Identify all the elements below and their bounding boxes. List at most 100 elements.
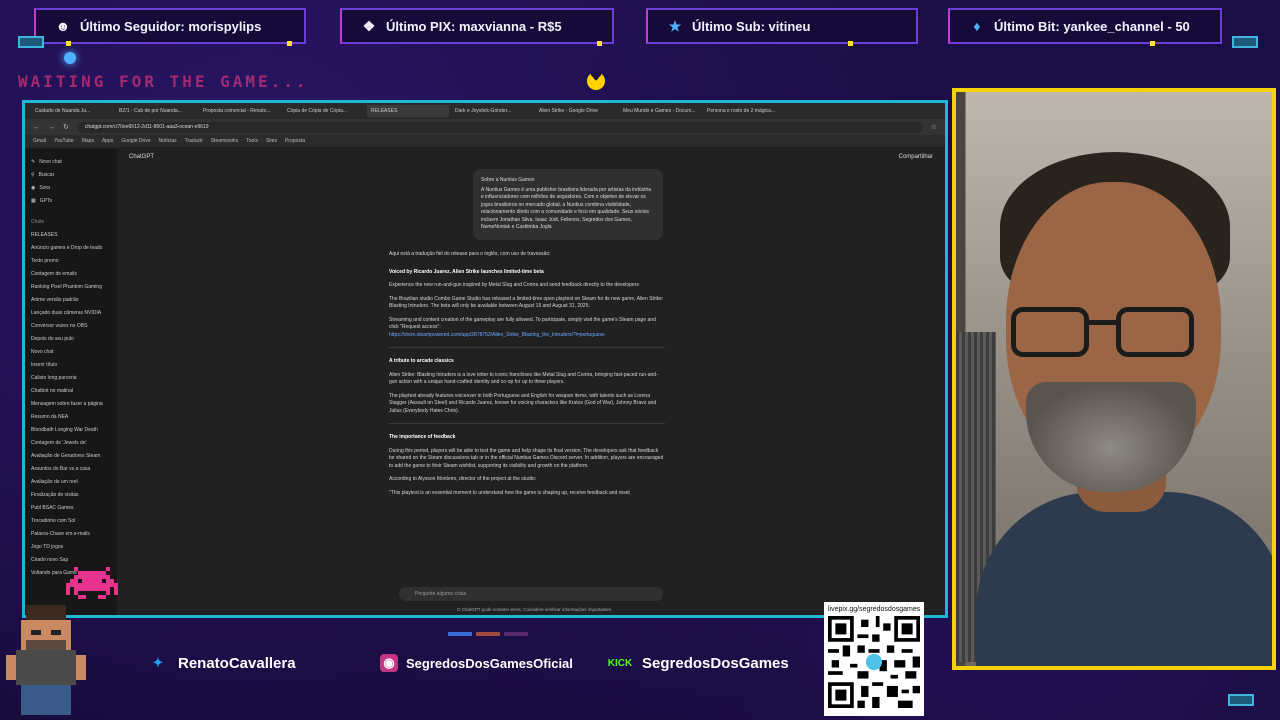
cam-shirt <box>976 492 1272 666</box>
browser-tab[interactable]: Cópia de Cópia de Cópia... <box>283 105 365 117</box>
decor-bar <box>448 632 528 636</box>
sidebar-chat-item[interactable]: Avaliação de um reel <box>31 475 111 488</box>
chat-sidebar: ✎ Novo chat ⚲ Buscar ◉ Sora ▦ GPTs Chats REL… <box>25 149 117 615</box>
bookmark[interactable]: Sites <box>266 138 277 144</box>
sidebar-chat-item[interactable]: Avaliação de Geradores Steam <box>31 449 111 462</box>
steam-link[interactable]: https://store.steampowered.com/app/28787… <box>389 332 665 340</box>
sidebar-chat-item[interactable]: Ranking Pixel Phantom Gaming <box>31 280 111 293</box>
bookmark[interactable]: Gmail <box>33 138 46 144</box>
message-input[interactable]: Pergunte alguma coisa <box>399 587 663 601</box>
social-kick: KICK SegredosDosGames <box>606 650 789 676</box>
sidebar-chat-item[interactable]: Criado novo Sap <box>31 553 111 566</box>
bookmark[interactable]: Traduzir <box>185 138 203 144</box>
sidebar-chat-item[interactable]: Anúncio games e Drop de leads <box>31 241 111 254</box>
browser-tab[interactable]: Dark e Joystick-Grinder... <box>451 105 533 117</box>
bookmark[interactable]: Notícias <box>159 138 177 144</box>
sidebar-chat-item[interactable]: Jogo TD jogos <box>31 540 111 553</box>
chat-main: ChatGPT Compartilhar Sobre a Nuntius Gam… <box>117 149 945 615</box>
model-selector[interactable]: ChatGPT <box>129 154 154 160</box>
browser-tab[interactable]: Proposta comercial - Renato... <box>199 105 281 117</box>
sora-icon: ◉ <box>31 184 36 191</box>
social-instagram: ◉ SegredosDosGamesOficial <box>380 650 573 676</box>
diamond-icon: ♦ <box>973 18 981 34</box>
bookmark[interactable]: YouTube <box>54 138 74 144</box>
sidebar-chat-item[interactable]: Lançado duas câmeras NVIDIA <box>31 306 111 319</box>
bookmark[interactable]: Tools <box>246 138 258 144</box>
forward-icon[interactable]: → <box>48 124 55 131</box>
browser-tabbar: Cuidado de Nuanda Ju... BZ/1 - Cub de po… <box>25 103 945 119</box>
sidebar-chat-item[interactable]: Calisto long parceria <box>31 371 111 384</box>
social-kick-label: SegredosDosGames <box>642 654 789 672</box>
sidebar-chat-item[interactable]: Anime versão padrão <box>31 293 111 306</box>
alert-last-bit-text: Último Bit: yankee_channel - 50 <box>994 18 1190 34</box>
browser-tab[interactable]: Alien Strike - Google Drive <box>535 105 617 117</box>
bookmark[interactable]: Proposta <box>285 138 305 144</box>
sidebar-item-label: GPTs <box>39 197 52 204</box>
sidebar-chat-item[interactable]: Bloodbath Longing War Death <box>31 423 111 436</box>
address-bar[interactable]: chatgpt.com/c/70ee6512-2d11-8001-aaa3-oc… <box>76 121 923 133</box>
sidebar-chat-item[interactable]: Resumo da NEA <box>31 410 111 423</box>
waiting-banner: WAITING FOR THE GAME... <box>18 72 309 91</box>
response-intro: Aqui está a tradução fiel do release par… <box>389 251 551 257</box>
browser-tab[interactable]: Cuidado de Nuanda Ju... <box>31 105 113 117</box>
browser-tab-active[interactable]: RELEASES <box>367 105 449 117</box>
pix-icon: ❖ <box>362 17 376 34</box>
back-icon[interactable]: ← <box>33 124 40 131</box>
response-subhead: Experience the new run-and-gun inspired … <box>389 282 639 288</box>
decor-corner-left <box>18 36 44 48</box>
sidebar-chat-item[interactable]: Texto promo <box>31 254 111 267</box>
bookmark[interactable]: Google Drive <box>121 138 150 144</box>
sidebar-chat-item[interactable]: Publ BSAC Games <box>31 501 111 514</box>
chatgpt-app: ✎ Novo chat ⚲ Buscar ◉ Sora ▦ GPTs Chats REL… <box>25 149 945 615</box>
instagram-icon: ◉ <box>380 654 398 672</box>
sidebar-sora[interactable]: ◉ Sora <box>31 181 111 194</box>
reload-icon[interactable]: ↻ <box>63 123 69 131</box>
sidebar-search[interactable]: ⚲ Buscar <box>31 168 111 181</box>
response-heading: A tribute to arcade classics <box>389 358 454 364</box>
sidebar-item-label: Buscar <box>38 171 55 178</box>
edit-icon: ✎ <box>31 158 36 165</box>
alert-last-pix: ❖ Último PIX: maxvianna - R$5 <box>340 8 614 46</box>
alert-last-bit: ♦ Último Bit: yankee_channel - 50 <box>948 8 1222 46</box>
sidebar-chat-item[interactable]: Novo chat <box>31 345 111 358</box>
decor-corner-right <box>1232 36 1258 48</box>
divider <box>389 347 665 348</box>
sidebar-chat-item[interactable]: Contagem de emails <box>31 267 111 280</box>
divider <box>389 423 665 424</box>
bookmark[interactable]: Apps <box>102 138 113 144</box>
sidebar-chat-item[interactable]: Contagem de 'Jewels de' <box>31 436 111 449</box>
bookmark[interactable]: Maps <box>82 138 94 144</box>
bookmark[interactable]: Steamworks <box>211 138 239 144</box>
decor-corner-bottom <box>1228 694 1254 706</box>
qr-caption: livepix.gg/segredosdosgames <box>828 606 921 613</box>
sidebar-chat-item[interactable]: Finalização de visitas <box>31 488 111 501</box>
share-button[interactable]: Compartilhar <box>899 154 933 160</box>
sidebar-chat-item[interactable]: Assuntos do Bar vs a casa <box>31 462 111 475</box>
cam-glasses-right <box>1116 307 1194 357</box>
sidebar-chat-item[interactable]: RELEASES <box>31 228 111 241</box>
browser-urlbar: ← → ↻ chatgpt.com/c/70ee6512-2d11-8001-a… <box>25 119 945 135</box>
sidebar-chat-item[interactable]: Trocadinho com Sol <box>31 514 111 527</box>
sidebar-chat-item[interactable]: Inserir título <box>31 358 111 371</box>
star-icon: ★ <box>668 17 682 34</box>
sidebar-chat-item[interactable]: Palavra-Chave em e-mails <box>31 527 111 540</box>
sidebar-new-chat[interactable]: ✎ Novo chat <box>31 155 111 168</box>
response-paragraph: Streaming and content creation of the ga… <box>389 316 656 331</box>
qr-code-icon <box>828 616 920 708</box>
sidebar-chat-item[interactable]: Conversor vozes no OBS <box>31 319 111 332</box>
sidebar-chat-item[interactable]: Mensagem sobre fazer a página <box>31 397 111 410</box>
browser-tab[interactable]: Meu Mundo e Games - Docum... <box>619 105 701 117</box>
browser-tab[interactable]: BZ/1 - Cub de por Nuanda... <box>115 105 197 117</box>
browser-tab[interactable]: Persona e rosto de 2 mágica... <box>703 105 785 117</box>
sidebar-heading: Chats <box>31 218 45 225</box>
twitter-icon: ✦ <box>152 655 164 670</box>
bookmarks-bar: Gmail YouTube Maps Apps Google Drive Not… <box>25 135 945 147</box>
sidebar-gpts[interactable]: ▦ GPTs <box>31 194 111 207</box>
sidebar-chat-item[interactable]: Depois do seu pulo <box>31 332 111 345</box>
alert-last-follower: ☻ Último Seguidor: morispylips <box>34 8 306 46</box>
bookmark-star-icon[interactable]: ☆ <box>931 123 937 131</box>
social-twitter-label: RenatoCavallera <box>178 654 296 672</box>
assistant-response: Aqui está a tradução fiel do release par… <box>389 251 665 503</box>
alert-last-sub: ★ Último Sub: vitineu <box>646 8 918 46</box>
sidebar-chat-item[interactable]: Chatbot no matinal <box>31 384 111 397</box>
